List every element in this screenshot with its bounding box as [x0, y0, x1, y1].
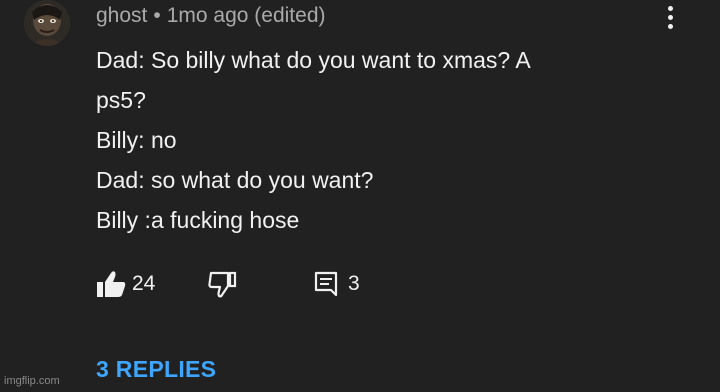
comment-reply-icon	[314, 271, 338, 297]
like-count: 24	[132, 272, 156, 295]
imgflip-watermark: imgflip.com	[4, 375, 60, 387]
dislike-button[interactable]	[208, 266, 238, 302]
reply-count: 3	[348, 272, 360, 295]
comment-line: ps5?	[96, 87, 146, 113]
comment-line: Dad: So billy what do you want to xmas? …	[96, 47, 531, 73]
kebab-dot	[667, 6, 673, 11]
more-vertical-icon[interactable]	[660, 6, 680, 34]
comment-text: Dad: So billy what do you want to xmas? …	[96, 40, 676, 240]
comment-actions: 24 3	[96, 266, 396, 302]
comment-header: ghost • 1mo ago (edited)	[96, 3, 326, 29]
comment-line: Dad: so what do you want?	[96, 167, 374, 193]
thumbs-down-icon	[208, 271, 237, 298]
reply-button[interactable]: 3	[314, 266, 360, 302]
avatar[interactable]	[24, 0, 70, 46]
thumbs-up-icon	[97, 271, 126, 297]
meta-separator: •	[153, 4, 161, 27]
like-button[interactable]: 24	[96, 266, 155, 302]
kebab-dot	[667, 15, 673, 20]
kebab-dot	[667, 24, 673, 29]
comment-line: Billy :a fucking hose	[96, 207, 300, 233]
comment-timestamp[interactable]: 1mo ago (edited)	[167, 4, 326, 27]
comment-line: Billy: no	[96, 127, 177, 153]
view-replies-button[interactable]: 3 REPLIES	[96, 356, 216, 383]
avatar-image	[24, 0, 70, 46]
author-name[interactable]: ghost	[96, 4, 147, 27]
